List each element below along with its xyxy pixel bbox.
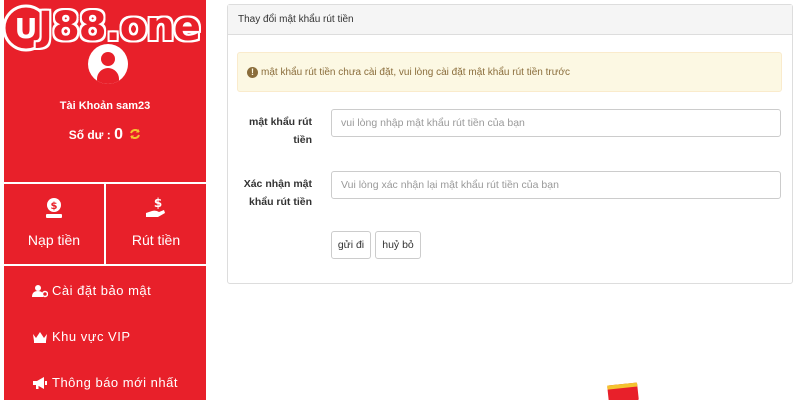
sidebar: Tài Khoản sam23 Số dư : 0 $ Nạp tiền $ R…: [4, 0, 206, 400]
warning-alert: ! mật khẩu rút tiền chưa cài đặt, vui lò…: [237, 52, 782, 92]
account-name: Tài Khoản sam23: [59, 100, 151, 112]
confirm-password-input[interactable]: [331, 171, 781, 199]
withdraw-password-input[interactable]: [331, 109, 781, 137]
menu-label-vip: Khu vực VIP: [52, 329, 131, 344]
deposit-icon: $: [46, 198, 62, 218]
vip-crown-icon: [33, 332, 47, 343]
refresh-icon[interactable]: [129, 128, 141, 140]
menu-label-security: Cài đặt bảo mật: [52, 283, 152, 298]
withdraw-icon: $: [146, 196, 165, 217]
balance-amount: 0: [114, 126, 123, 143]
confirm-password-label: Xác nhận mật khẩu rút tiền: [222, 175, 312, 211]
panel-title: Thay đổi mật khẩu rút tiền: [238, 14, 354, 25]
sidebar-menu: Cài đặt bảo mật Khu vực VIP Thông báo mớ…: [4, 266, 206, 400]
withdraw-password-label-line2: tiền: [293, 134, 312, 146]
withdraw-button[interactable]: $ Rút tiền: [106, 184, 206, 264]
cancel-button[interactable]: huỷ bỏ: [375, 231, 421, 259]
deposit-label: Nạp tiền: [27, 232, 81, 248]
megaphone-icon: [33, 377, 47, 389]
svg-text:$: $: [154, 196, 162, 210]
quick-actions: $ Nạp tiền $ Rút tiền: [4, 184, 206, 264]
submit-button[interactable]: gửi đi: [331, 231, 371, 259]
panel-header: Thay đổi mật khẩu rút tiền: [228, 5, 792, 35]
red-envelope-icon[interactable]: [607, 382, 639, 400]
withdraw-password-panel: Thay đổi mật khẩu rút tiền ! mật khẩu rú…: [227, 4, 793, 284]
balance-label: Số dư :: [68, 128, 111, 142]
envelope-flap: [607, 382, 638, 390]
withdraw-password-label-line1: mật khẩu rút: [248, 116, 312, 128]
alert-message: mật khẩu rút tiền chưa cài đặt, vui lòng…: [261, 67, 570, 78]
confirm-password-label-line2: khẩu rút tiền: [248, 196, 312, 208]
brand-logo[interactable]: U J88.one: [2, 2, 247, 58]
svg-text:U: U: [15, 12, 38, 45]
avatar-body: [97, 68, 119, 84]
deposit-button[interactable]: $ Nạp tiền: [4, 184, 104, 264]
user-settings-icon: [32, 285, 48, 298]
page: Tài Khoản sam23 Số dư : 0 $ Nạp tiền $ R…: [0, 0, 800, 400]
confirm-password-label-line1: Xác nhận mật: [243, 178, 312, 190]
svg-text:$: $: [51, 201, 58, 212]
withdraw-password-label: mật khẩu rút tiền: [222, 113, 312, 149]
logo-text: J88.one: [38, 4, 201, 50]
balance-row: Số dư : 0: [4, 126, 206, 144]
exclamation-icon: !: [247, 67, 258, 78]
withdraw-label: Rút tiền: [131, 232, 181, 248]
menu-label-notifications: Thông báo mới nhất: [52, 375, 178, 390]
